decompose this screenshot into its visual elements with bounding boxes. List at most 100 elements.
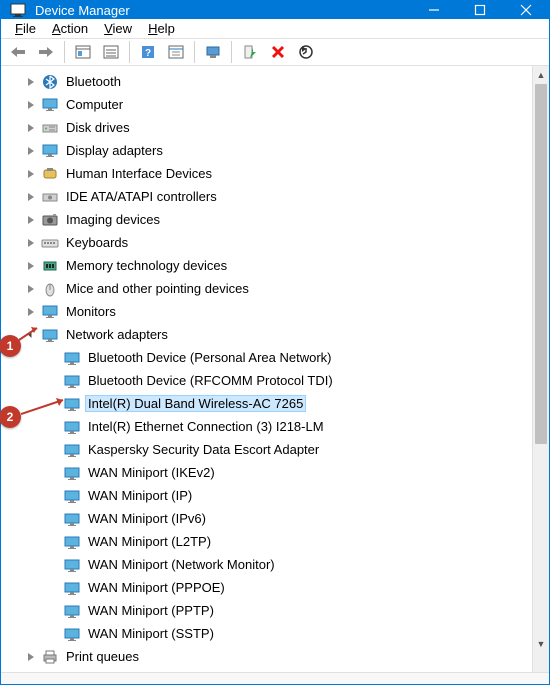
tree-item[interactable]: Human Interface Devices [5, 162, 532, 185]
network-adapter-icon [63, 349, 81, 367]
network-adapter-icon [63, 464, 81, 482]
expand-icon[interactable] [23, 143, 39, 159]
titlebar: Device Manager [1, 1, 549, 19]
network-adapter-icon [63, 533, 81, 551]
tree-child-item[interactable]: Kaspersky Security Data Escort Adapter [27, 438, 532, 461]
tree-item-label: Monitors [63, 303, 119, 320]
tree-item[interactable]: Keyboards [5, 231, 532, 254]
bluetooth-icon [41, 73, 59, 91]
svg-text:?: ? [145, 48, 151, 59]
tree-child-item[interactable]: Bluetooth Device (RFCOMM Protocol TDI) [27, 369, 532, 392]
disk-icon [41, 119, 59, 137]
tree-item[interactable]: Bluetooth [5, 70, 532, 93]
tree-child-item[interactable]: WAN Miniport (IP) [27, 484, 532, 507]
menu-view[interactable]: View [98, 19, 138, 38]
app-icon [9, 1, 27, 19]
tree-child-label: Kaspersky Security Data Escort Adapter [85, 441, 322, 458]
network-adapter-icon [63, 372, 81, 390]
tree-child-item[interactable]: WAN Miniport (PPTP) [27, 599, 532, 622]
close-button[interactable] [503, 1, 549, 19]
menu-help[interactable]: Help [142, 19, 181, 38]
show-hidden-button[interactable] [70, 39, 96, 65]
tree-child-label: WAN Miniport (IP) [85, 487, 195, 504]
expand-icon[interactable] [23, 281, 39, 297]
monitor-icon [41, 303, 59, 321]
expand-icon[interactable] [23, 258, 39, 274]
minimize-button[interactable] [411, 1, 457, 19]
annotation-arrow-1 [19, 324, 43, 342]
tree-child-item[interactable]: WAN Miniport (Network Monitor) [27, 553, 532, 576]
forward-button[interactable] [33, 39, 59, 65]
tree-item-label: Print queues [63, 648, 142, 665]
expand-icon[interactable] [23, 189, 39, 205]
expand-icon[interactable] [23, 212, 39, 228]
tree-item[interactable]: Print queues [5, 645, 532, 668]
device-manager-window: Device Manager FFileile Action View Help… [0, 0, 550, 685]
tree-child-item[interactable]: Intel(R) Ethernet Connection (3) I218-LM [27, 415, 532, 438]
tree-child-label: WAN Miniport (PPTP) [85, 602, 217, 619]
tree-item[interactable]: Display adapters [5, 139, 532, 162]
uninstall-device-button[interactable] [293, 39, 319, 65]
scrollbar-thumb[interactable] [535, 84, 547, 444]
statusbar [1, 672, 549, 684]
tree-child-label: Intel(R) Ethernet Connection (3) I218-LM [85, 418, 327, 435]
properties-button[interactable] [163, 39, 189, 65]
computer-icon [41, 96, 59, 114]
update-driver-button[interactable] [200, 39, 226, 65]
tree-child-item[interactable]: WAN Miniport (IKEv2) [27, 461, 532, 484]
tree-child-item[interactable]: Intel(R) Dual Band Wireless-AC 7265 [27, 392, 532, 415]
disable-device-button[interactable] [265, 39, 291, 65]
device-tree[interactable]: Bluetooth Computer Disk drivesDisplay adap… [1, 66, 532, 672]
expand-icon[interactable] [23, 120, 39, 136]
tree-child-label: Bluetooth Device (RFCOMM Protocol TDI) [85, 372, 336, 389]
ide-icon [41, 188, 59, 206]
expand-icon[interactable] [23, 74, 39, 90]
tree-item-label: Bluetooth [63, 73, 124, 90]
back-button[interactable] [5, 39, 31, 65]
maximize-button[interactable] [457, 1, 503, 19]
expand-icon[interactable] [23, 649, 39, 665]
tree-child-item[interactable]: WAN Miniport (PPPOE) [27, 576, 532, 599]
tree-child-item[interactable]: WAN Miniport (SSTP) [27, 622, 532, 645]
tree-item[interactable]: IDE ATA/ATAPI controllers [5, 185, 532, 208]
annotation-badge-1: 1 [0, 335, 21, 357]
hid-icon [41, 165, 59, 183]
tree-child-item[interactable]: Bluetooth Device (Personal Area Network) [27, 346, 532, 369]
annotation-badge-2: 2 [0, 406, 21, 428]
categories-button[interactable] [98, 39, 124, 65]
menu-action[interactable]: Action [46, 19, 94, 38]
scroll-up-arrow[interactable]: ▲ [533, 66, 549, 83]
tree-item-network[interactable]: Network adapters [5, 323, 532, 346]
expand-icon[interactable] [23, 166, 39, 182]
menu-file[interactable]: FFileile [9, 19, 42, 38]
tree-child-label: WAN Miniport (IPv6) [85, 510, 209, 527]
tree-child-item[interactable]: WAN Miniport (IPv6) [27, 507, 532, 530]
tree-item-label: Keyboards [63, 234, 131, 251]
tree-item[interactable]: Memory technology devices [5, 254, 532, 277]
memory-icon [41, 257, 59, 275]
tree-item[interactable]: Disk drives [5, 116, 532, 139]
expand-icon[interactable] [23, 235, 39, 251]
network-adapter-icon [63, 510, 81, 528]
vertical-scrollbar[interactable]: ▲ ▼ [532, 66, 549, 672]
tree-child-label: Bluetooth Device (Personal Area Network) [85, 349, 335, 366]
expand-icon[interactable] [23, 97, 39, 113]
help-button[interactable]: ? [135, 39, 161, 65]
expand-icon[interactable] [23, 304, 39, 320]
toolbar: ? [1, 38, 549, 66]
tree-item-label: Computer [63, 96, 126, 113]
tree-item[interactable]: Computer [5, 93, 532, 116]
tree-item-label: Imaging devices [63, 211, 163, 228]
tree-item[interactable]: Mice and other pointing devices [5, 277, 532, 300]
network-adapter-icon [63, 441, 81, 459]
enable-device-button[interactable] [237, 39, 263, 65]
tree-child-item[interactable]: WAN Miniport (L2TP) [27, 530, 532, 553]
tree-child-label: Intel(R) Dual Band Wireless-AC 7265 [85, 395, 306, 412]
display-icon [41, 142, 59, 160]
scroll-down-arrow[interactable]: ▼ [533, 635, 549, 652]
network-icon [41, 326, 59, 344]
tree-item[interactable]: Imaging devices [5, 208, 532, 231]
content-area: Bluetooth Computer Disk drivesDisplay adap… [1, 66, 549, 672]
tree-item[interactable]: Monitors [5, 300, 532, 323]
tree-child-label: WAN Miniport (L2TP) [85, 533, 214, 550]
